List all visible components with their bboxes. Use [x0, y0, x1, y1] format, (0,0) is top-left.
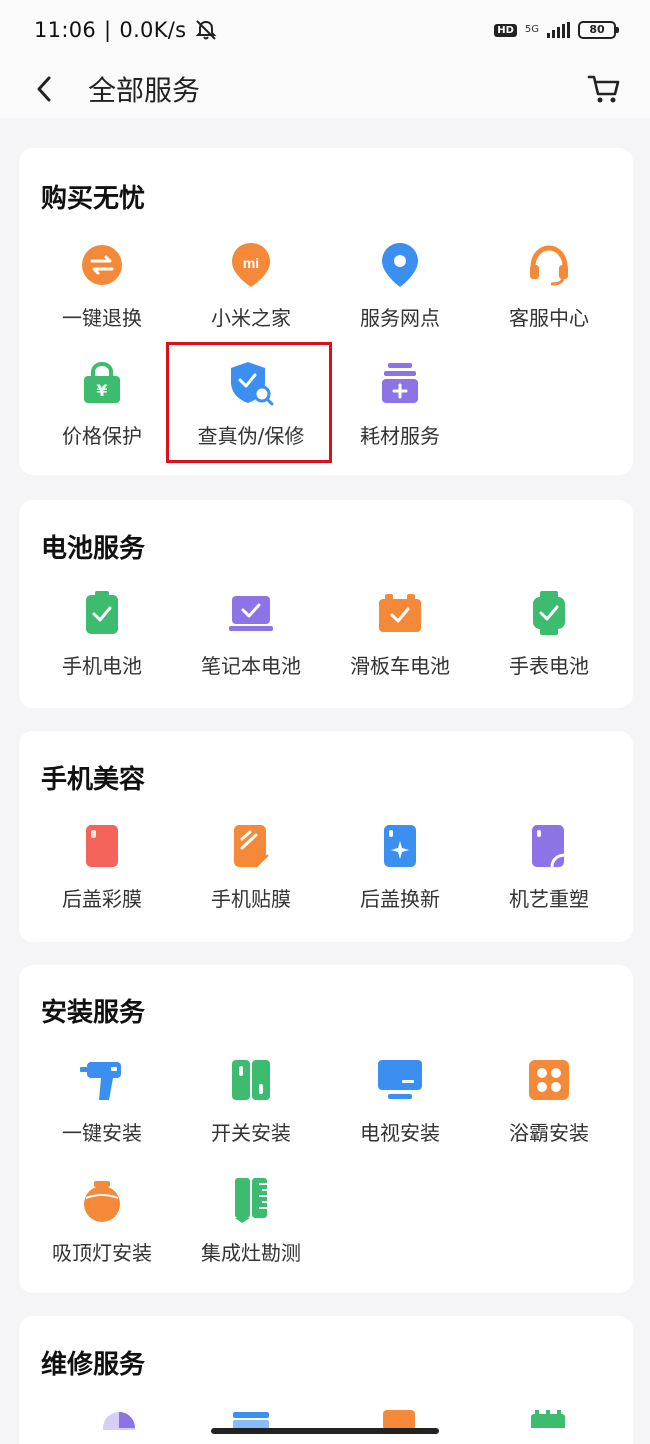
service-watch-battery[interactable]: 手表电池 [474, 588, 624, 698]
ceiling-light-icon [77, 1175, 127, 1225]
service-price-protection[interactable]: ¥ 价格保护 [27, 358, 177, 468]
svg-text:mi: mi [243, 255, 259, 271]
service-label: 后盖换新 [360, 887, 440, 911]
section-battery: 电池服务 手机电池 笔记本电池 滑板车电池 手表电池 [19, 500, 633, 708]
back-renew-icon [375, 821, 425, 871]
service-stove-survey[interactable]: 集成灶勘测 [176, 1175, 326, 1285]
mi-store-pin-icon: mi [226, 240, 276, 290]
location-pin-icon [375, 240, 425, 290]
service-label: 一键安装 [62, 1121, 142, 1145]
highlight-frame [166, 342, 332, 463]
service-label: 一键退换 [62, 306, 142, 330]
watch-battery-icon [524, 588, 574, 638]
service-label: 滑板车电池 [350, 654, 450, 678]
consumables-box-icon [375, 358, 425, 408]
section-installation: 安装服务 一键安装 开关安装 电视安装 浴霸安装 吸顶灯安装 集成灶勘测 [19, 965, 633, 1293]
service-back-replace[interactable]: 后盖换新 [325, 821, 475, 931]
service-consumables[interactable]: 耗材服务 [325, 358, 475, 468]
service-scooter-battery[interactable]: 滑板车电池 [325, 588, 475, 698]
header: 全部服务 [0, 60, 650, 118]
service-mi-home[interactable]: mi 小米之家 [176, 240, 326, 350]
tv-icon [375, 1055, 425, 1105]
service-label: 价格保护 [62, 424, 142, 448]
service-label: 小米之家 [211, 306, 291, 330]
status-right: HD 5G 80 [494, 21, 619, 39]
back-button[interactable] [30, 69, 58, 109]
section-title: 电池服务 [41, 534, 146, 564]
service-label: 吸顶灯安装 [52, 1241, 152, 1265]
back-arrow-icon [37, 76, 51, 102]
ruler-icon [226, 1175, 276, 1225]
repair-icon-1[interactable] [101, 1410, 137, 1430]
service-service-point[interactable]: 服务网点 [325, 240, 475, 350]
service-tv-install[interactable]: 电视安装 [325, 1055, 475, 1165]
service-label: 浴霸安装 [509, 1121, 589, 1145]
status-speed: 0.0K/s [119, 18, 187, 42]
section-title: 手机美容 [41, 765, 146, 795]
drill-icon [77, 1055, 127, 1105]
service-ceiling-light-install[interactable]: 吸顶灯安装 [27, 1175, 177, 1285]
service-label: 后盖彩膜 [62, 887, 142, 911]
service-label: 笔记本电池 [201, 654, 301, 678]
section-title: 维修服务 [41, 1350, 146, 1380]
service-label: 电视安装 [360, 1121, 440, 1145]
reshape-icon [524, 821, 574, 871]
back-cover-icon [77, 821, 127, 871]
service-one-click-return[interactable]: 一键退换 [27, 240, 177, 350]
exchange-icon [77, 240, 127, 290]
section-phone-beauty: 手机美容 后盖彩膜 手机贴膜 后盖换新 机艺重塑 [19, 731, 633, 942]
hd-icon: HD [494, 23, 517, 37]
signal-icon [547, 22, 570, 38]
service-one-click-install[interactable]: 一键安装 [27, 1055, 177, 1165]
svg-text:¥: ¥ [96, 381, 107, 400]
service-label: 客服中心 [509, 306, 589, 330]
service-label: 服务网点 [360, 306, 440, 330]
service-label: 开关安装 [211, 1121, 291, 1145]
page-title: 全部服务 [88, 74, 201, 107]
status-divider: | [104, 18, 112, 42]
service-heater-install[interactable]: 浴霸安装 [474, 1055, 624, 1165]
cart-icon [587, 75, 620, 103]
service-label: 手机贴膜 [211, 887, 291, 911]
repair-icon-4[interactable] [531, 1410, 565, 1428]
battery-icon: 80 [578, 21, 619, 39]
service-phone-battery[interactable]: 手机电池 [27, 588, 177, 698]
status-time: 11:06 [34, 18, 97, 42]
service-label: 集成灶勘测 [201, 1241, 301, 1265]
laptop-battery-icon [226, 588, 276, 638]
battery-level: 80 [589, 23, 605, 36]
service-phone-film[interactable]: 手机贴膜 [176, 821, 326, 931]
service-label: 手机电池 [62, 654, 142, 678]
phone-battery-icon [77, 588, 127, 638]
service-label: 机艺重塑 [509, 887, 589, 911]
repair-icon-3[interactable] [383, 1410, 415, 1428]
service-laptop-battery[interactable]: 笔记本电池 [176, 588, 326, 698]
mute-alarm-icon [195, 20, 217, 40]
headset-icon [524, 240, 574, 290]
screen-film-icon [226, 821, 276, 871]
service-label: 手表电池 [509, 654, 589, 678]
switch-icon [226, 1055, 276, 1105]
price-lock-icon: ¥ [77, 358, 127, 408]
service-customer-center[interactable]: 客服中心 [474, 240, 624, 350]
section-title: 购买无忧 [41, 184, 146, 214]
cart-button[interactable] [586, 70, 622, 106]
status-left: 11:06 | 0.0K/s [34, 18, 218, 42]
section-repair: 维修服务 [19, 1316, 633, 1444]
home-indicator[interactable] [211, 1428, 439, 1434]
network-type: 5G [524, 24, 539, 35]
section-title: 安装服务 [41, 998, 146, 1028]
scooter-battery-icon [375, 588, 425, 638]
service-back-film[interactable]: 后盖彩膜 [27, 821, 177, 931]
service-reshape[interactable]: 机艺重塑 [474, 821, 624, 931]
status-bar: 11:06 | 0.0K/s HD 5G 80 [0, 0, 650, 60]
bath-heater-icon [524, 1055, 574, 1105]
service-switch-install[interactable]: 开关安装 [176, 1055, 326, 1165]
service-label: 耗材服务 [360, 424, 440, 448]
